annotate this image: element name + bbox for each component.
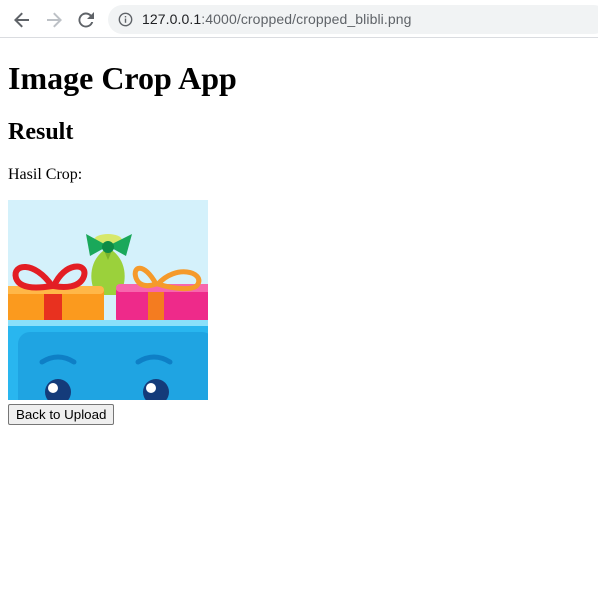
url-text[interactable]: 127.0.0.1:4000/cropped/cropped_blibli.pn… [142, 11, 412, 27]
url-host: 127.0.0.1 [142, 11, 202, 27]
info-icon[interactable] [118, 12, 133, 27]
arrow-left-icon[interactable] [10, 8, 34, 32]
arrow-right-icon[interactable] [42, 8, 66, 32]
crop-result-label: Hasil Crop: [8, 166, 83, 183]
address-bar[interactable]: 127.0.0.1:4000/cropped/cropped_blibli.pn… [108, 5, 598, 34]
url-path: :4000/cropped/cropped_blibli.png [201, 11, 412, 27]
page-title: Image Crop App [8, 60, 237, 96]
reload-icon[interactable] [74, 8, 98, 32]
result-heading: Result [8, 119, 74, 145]
back-to-upload-button[interactable]: Back to Upload [8, 404, 115, 425]
browser-toolbar: 127.0.0.1:4000/cropped/cropped_blibli.pn… [0, 0, 598, 38]
cropped-image [8, 200, 208, 400]
